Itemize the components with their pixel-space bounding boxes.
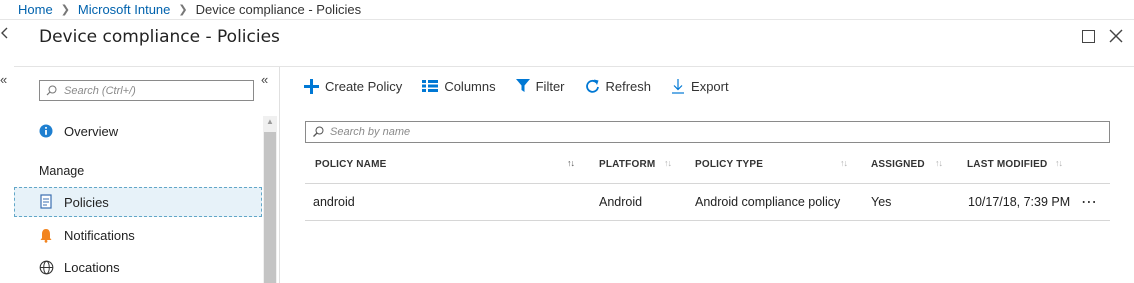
filter-button[interactable]: Filter xyxy=(515,78,565,94)
download-icon xyxy=(671,78,685,94)
cell-assigned: Yes xyxy=(871,195,892,209)
search-icon xyxy=(46,85,57,96)
policies-table: POLICY NAME ↑↓ PLATFORM ↑↓ POLICY TYPE ↑… xyxy=(305,146,1110,221)
filter-icon xyxy=(515,79,530,93)
table-row[interactable]: android Android Android compliance polic… xyxy=(305,184,1110,221)
menu-item-overview[interactable]: Overview xyxy=(14,116,262,146)
breadcrumb: Home ❯ Microsoft Intune ❯ Device complia… xyxy=(0,0,1134,20)
cell-policy-name: android xyxy=(313,195,355,209)
menu-item-locations[interactable]: Locations xyxy=(14,252,262,282)
close-button[interactable] xyxy=(1108,28,1124,44)
menu-search-input[interactable]: Search (Ctrl+/) xyxy=(39,80,254,101)
refresh-icon xyxy=(585,79,600,94)
command-bar: Create Policy Columns Filter Refresh Exp… xyxy=(304,75,749,97)
search-by-name-placeholder: Search by name xyxy=(330,126,411,138)
chevron-right-icon: ❯ xyxy=(60,4,70,16)
bell-icon xyxy=(38,227,54,243)
breadcrumb-home[interactable]: Home xyxy=(18,2,53,17)
column-header-policy-name[interactable]: POLICY NAME xyxy=(315,159,386,170)
menu-scrollbar[interactable]: ▲ xyxy=(263,116,277,283)
column-header-platform[interactable]: PLATFORM xyxy=(599,159,655,170)
menu-item-notifications[interactable]: Notifications xyxy=(14,220,262,250)
refresh-label: Refresh xyxy=(605,78,652,94)
sort-icon[interactable]: ↑↓ xyxy=(840,158,848,168)
breadcrumb-current: Device compliance - Policies xyxy=(195,2,362,17)
menu-item-label: Policies xyxy=(64,194,109,210)
cell-last-modified: 10/17/18, 7:39 PM xyxy=(968,195,1071,209)
column-header-policy-type[interactable]: POLICY TYPE xyxy=(695,159,763,170)
breadcrumb-intune[interactable]: Microsoft Intune xyxy=(78,2,171,17)
resource-menu: « Search (Ctrl+/) ▲ Overview Manage Poli… xyxy=(14,67,280,283)
export-button[interactable]: Export xyxy=(671,78,729,94)
scrollbar-thumb[interactable] xyxy=(264,132,276,283)
plus-icon xyxy=(304,78,319,94)
menu-search-placeholder: Search (Ctrl+/) xyxy=(64,84,136,97)
export-label: Export xyxy=(691,78,729,94)
refresh-button[interactable]: Refresh xyxy=(585,78,652,94)
double-chevron-left-icon[interactable]: « xyxy=(0,72,7,87)
scroll-up-icon[interactable]: ▲ xyxy=(266,117,274,126)
search-by-name-input[interactable]: Search by name xyxy=(305,121,1110,143)
more-options-icon[interactable]: ⋯ xyxy=(1081,192,1098,212)
columns-button[interactable]: Columns xyxy=(422,78,496,94)
menu-item-label: Locations xyxy=(64,259,120,275)
collapse-blade-icon[interactable] xyxy=(0,26,10,50)
table-header: POLICY NAME ↑↓ PLATFORM ↑↓ POLICY TYPE ↑… xyxy=(305,146,1110,184)
menu-section-manage: Manage xyxy=(39,164,85,178)
info-icon xyxy=(38,123,54,139)
cell-platform: Android xyxy=(599,195,643,209)
chevron-right-icon: ❯ xyxy=(178,4,188,16)
column-header-assigned[interactable]: ASSIGNED xyxy=(871,159,925,170)
close-icon xyxy=(1109,29,1123,43)
menu-item-label: Notifications xyxy=(64,227,135,243)
globe-icon xyxy=(38,259,54,275)
search-icon xyxy=(312,126,324,138)
page-title: Device compliance - Policies xyxy=(39,27,280,47)
cell-policy-type: Android compliance policy xyxy=(695,195,841,209)
create-policy-label: Create Policy xyxy=(325,78,403,94)
column-header-last-modified[interactable]: LAST MODIFIED xyxy=(967,159,1047,170)
maximize-button[interactable] xyxy=(1082,30,1095,43)
columns-label: Columns xyxy=(444,78,496,94)
collapse-menu-icon[interactable]: « xyxy=(261,72,268,87)
create-policy-button[interactable]: Create Policy xyxy=(304,78,403,94)
sort-icon[interactable]: ↑↓ xyxy=(1055,158,1063,168)
sort-icon[interactable]: ↑↓ xyxy=(664,158,672,168)
document-icon xyxy=(38,194,54,210)
columns-icon xyxy=(422,80,439,92)
sort-icon[interactable]: ↑↓ xyxy=(935,158,943,168)
filter-label: Filter xyxy=(535,78,565,94)
sort-icon[interactable]: ↑↓ xyxy=(567,158,575,168)
menu-item-label: Overview xyxy=(64,123,119,139)
menu-item-policies[interactable]: Policies xyxy=(14,187,262,217)
